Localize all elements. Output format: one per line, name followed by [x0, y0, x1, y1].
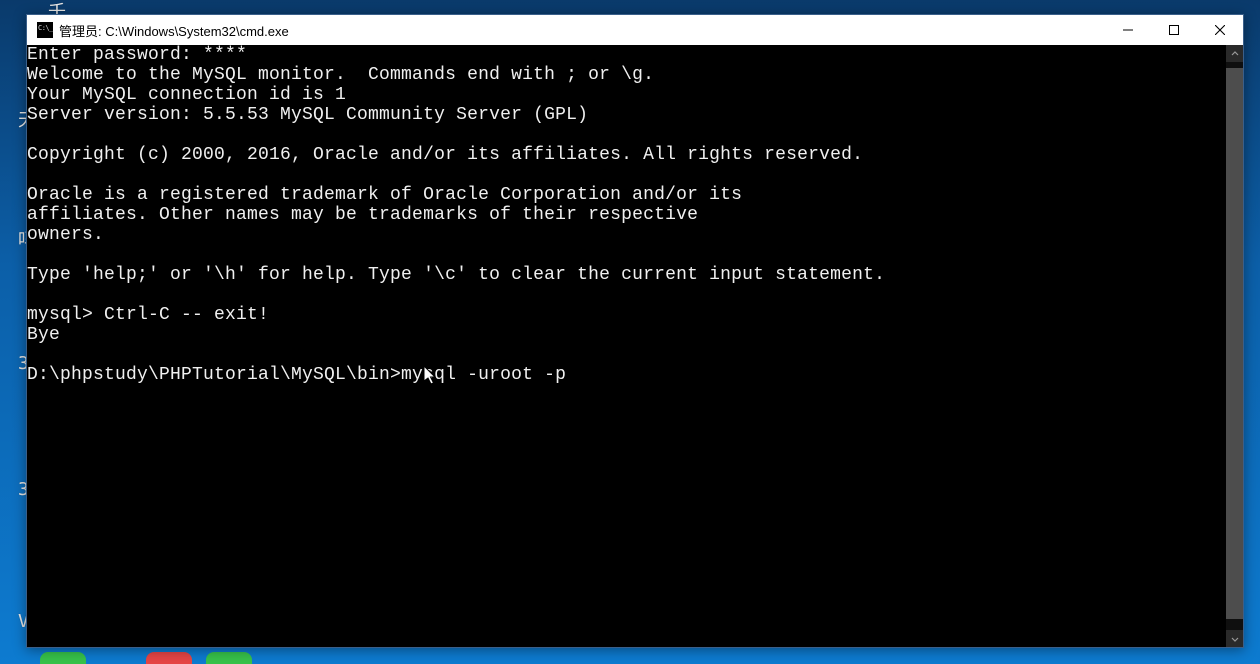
scroll-down-button[interactable]: [1226, 630, 1243, 647]
terminal-output[interactable]: Enter password: ****Welcome to the MySQL…: [27, 45, 1226, 647]
cmd-icon: [37, 22, 53, 38]
terminal-line: affiliates. Other names may be trademark…: [27, 205, 1224, 225]
terminal-line: Your MySQL connection id is 1: [27, 85, 1224, 105]
terminal-line: [27, 245, 1224, 265]
terminal-line: [27, 165, 1224, 185]
minimize-icon: [1123, 25, 1133, 35]
terminal-line: D:\phpstudy\PHPTutorial\MySQL\bin>mysql …: [27, 365, 1224, 385]
chevron-down-icon: [1231, 635, 1239, 643]
vertical-scrollbar[interactable]: [1226, 45, 1243, 647]
terminal-line: mysql> Ctrl-C -- exit!: [27, 305, 1224, 325]
terminal-line: Enter password: ****: [27, 45, 1224, 65]
scrollbar-track[interactable]: [1226, 62, 1243, 630]
terminal-line: Welcome to the MySQL monitor. Commands e…: [27, 65, 1224, 85]
terminal-line: Server version: 5.5.53 MySQL Community S…: [27, 105, 1224, 125]
terminal-line: Oracle is a registered trademark of Orac…: [27, 185, 1224, 205]
terminal-line: [27, 345, 1224, 365]
scroll-up-button[interactable]: [1226, 45, 1243, 62]
taskbar-pill: [206, 652, 252, 664]
taskbar-pill: [146, 652, 192, 664]
close-icon: [1215, 25, 1225, 35]
cmd-window: 管理员: C:\Windows\System32\cmd.exe Enter p…: [26, 14, 1244, 648]
maximize-icon: [1169, 25, 1179, 35]
terminal-line: Type 'help;' or '\h' for help. Type '\c'…: [27, 265, 1224, 285]
terminal-line: Bye: [27, 325, 1224, 345]
terminal-line: [27, 285, 1224, 305]
window-title: 管理员: C:\Windows\System32\cmd.exe: [59, 21, 1105, 40]
minimize-button[interactable]: [1105, 15, 1151, 45]
maximize-button[interactable]: [1151, 15, 1197, 45]
close-button[interactable]: [1197, 15, 1243, 45]
titlebar[interactable]: 管理员: C:\Windows\System32\cmd.exe: [27, 15, 1243, 45]
terminal-line: [27, 125, 1224, 145]
scrollbar-thumb[interactable]: [1226, 68, 1243, 619]
terminal-line: Copyright (c) 2000, 2016, Oracle and/or …: [27, 145, 1224, 165]
terminal-line: owners.: [27, 225, 1224, 245]
window-controls: [1105, 15, 1243, 45]
taskbar-pill: [40, 652, 86, 664]
chevron-up-icon: [1231, 50, 1239, 58]
